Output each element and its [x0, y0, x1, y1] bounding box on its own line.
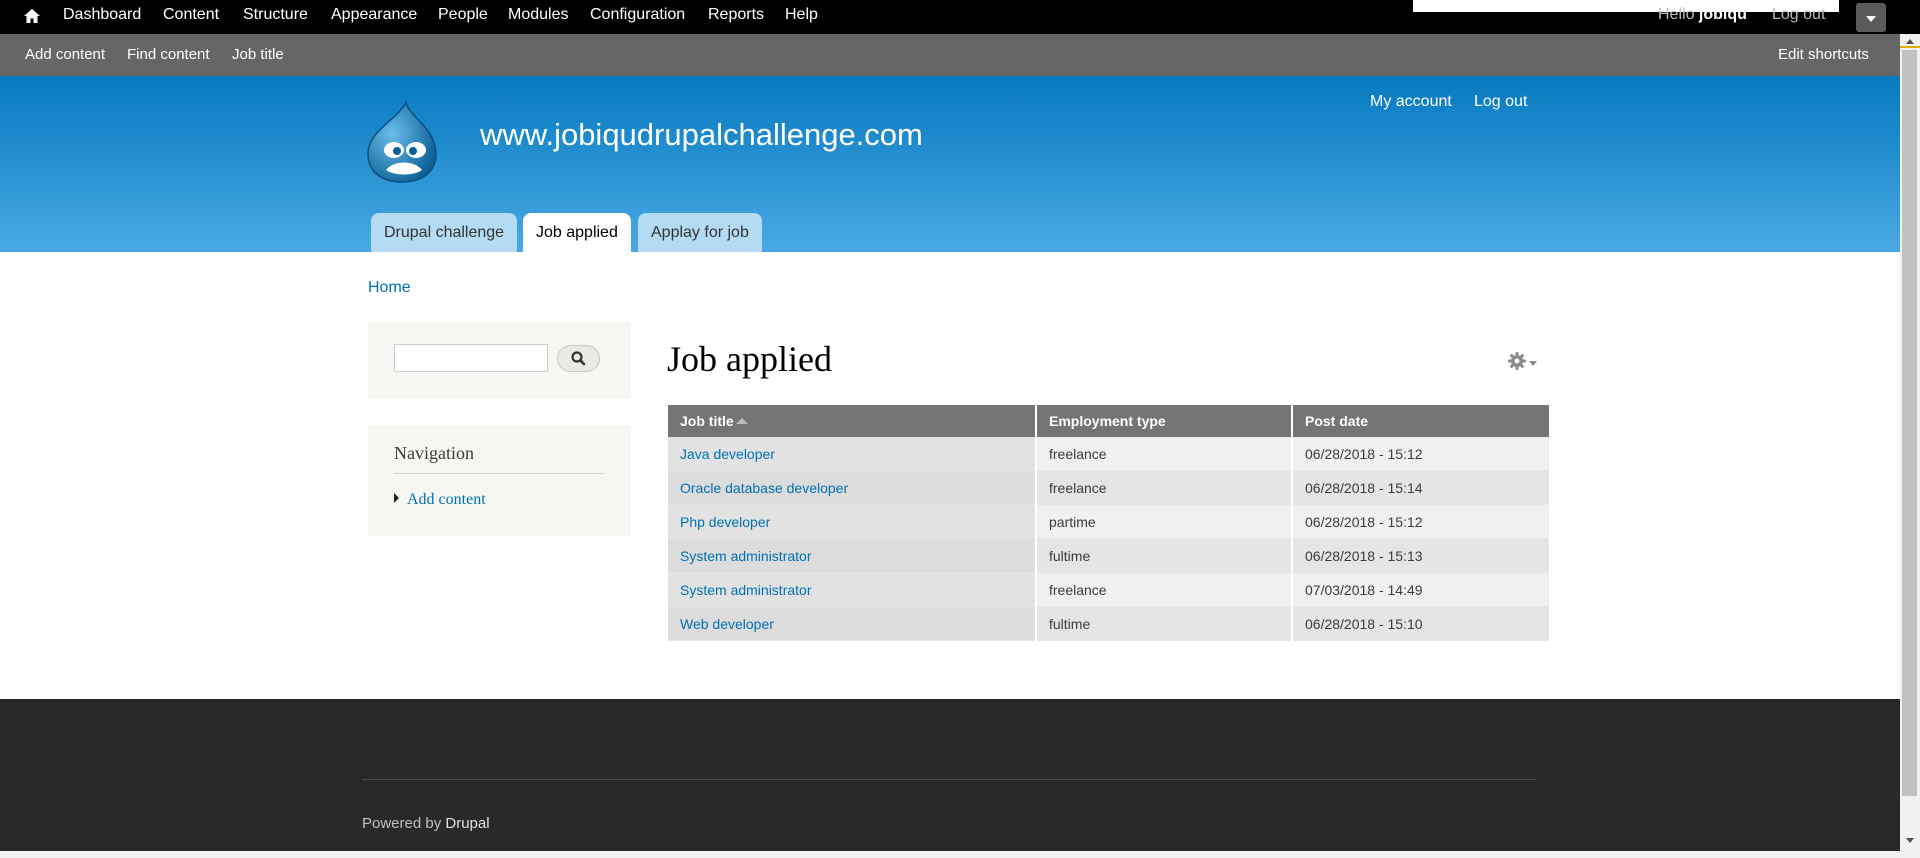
job-title-link[interactable]: System administrator [680, 582, 811, 598]
shortcut-find-content[interactable]: Find content [127, 46, 210, 63]
job-title-link[interactable]: Php developer [680, 514, 770, 530]
nav-add-content-link[interactable]: Add content [407, 491, 486, 508]
site-name[interactable]: www.jobiqudrupalchallenge.com [480, 117, 923, 153]
toolbar-drawer-toggle[interactable] [1856, 3, 1886, 32]
table-row: System administrator fultime 06/28/2018 … [668, 538, 1549, 573]
toolbar-reports[interactable]: Reports [708, 6, 764, 24]
post-date-cell: 06/28/2018 - 15:14 [1292, 470, 1549, 505]
scroll-down-arrow-icon[interactable] [1906, 838, 1914, 843]
breadcrumb-home[interactable]: Home [368, 279, 411, 297]
shortcuts-bar: Add content Find content Job title Edit … [0, 34, 1900, 76]
toolbar-people[interactable]: People [438, 6, 488, 24]
collapsed-triangle-icon [394, 493, 399, 503]
page-title: Job applied [667, 339, 832, 379]
post-date-cell: 06/28/2018 - 15:10 [1292, 606, 1549, 641]
footer-divider [362, 779, 1536, 780]
search-button[interactable] [557, 345, 600, 372]
navigation-item: Add content [394, 491, 486, 509]
sort-ascending-icon [735, 418, 748, 424]
search-block [368, 322, 631, 399]
job-title-link[interactable]: Web developer [680, 616, 774, 632]
vertical-scrollbar[interactable] [1900, 34, 1920, 858]
drupal-logo[interactable] [364, 100, 440, 184]
post-date-cell: 06/28/2018 - 15:12 [1292, 504, 1549, 539]
navigation-divider [394, 473, 604, 474]
drupal-link[interactable]: Drupal [445, 815, 489, 832]
table-row: Java developer freelance 06/28/2018 - 15… [668, 437, 1549, 471]
post-date-cell: 06/28/2018 - 15:12 [1292, 437, 1549, 471]
horizontal-scrollbar[interactable] [0, 851, 1900, 858]
employment-type-cell: freelance [1036, 470, 1293, 505]
table-row: Web developer fultime 06/28/2018 - 15:10 [668, 606, 1549, 641]
toolbar-appearance[interactable]: Appearance [331, 6, 417, 24]
toolbar-content[interactable]: Content [163, 6, 219, 24]
employment-type-cell: freelance [1036, 437, 1293, 471]
site-footer: Powered by Drupal [0, 699, 1900, 851]
toolbar-help[interactable]: Help [785, 6, 818, 24]
search-input[interactable] [394, 344, 548, 372]
toolbar-logout[interactable]: Log out [1772, 6, 1825, 24]
user-name[interactable]: jobiqu [1699, 6, 1747, 23]
job-title-link[interactable]: Oracle database developer [680, 480, 848, 496]
post-date-cell: 06/28/2018 - 15:13 [1292, 538, 1549, 573]
tab-applay-for-job[interactable]: Applay for job [638, 213, 762, 252]
toolbar-structure[interactable]: Structure [243, 6, 308, 24]
toolbar-dashboard[interactable]: Dashboard [63, 6, 141, 24]
navigation-title: Navigation [394, 443, 474, 463]
edit-shortcuts-link[interactable]: Edit shortcuts [1778, 46, 1869, 63]
tab-job-applied[interactable]: Job applied [523, 213, 631, 252]
powered-by: Powered by Drupal [362, 815, 490, 832]
search-icon [571, 351, 586, 366]
job-table: Job title Employment type Post date Java… [668, 405, 1549, 641]
table-row: Php developer partime 06/28/2018 - 15:12 [668, 504, 1549, 539]
table-row: System administrator freelance 07/03/201… [668, 572, 1549, 607]
scroll-up-arrow-icon[interactable] [1906, 39, 1914, 44]
my-account-link[interactable]: My account [1370, 93, 1452, 111]
table-row: Oracle database developer freelance 06/2… [668, 470, 1549, 505]
job-title-link[interactable]: System administrator [680, 548, 811, 564]
table-header-row: Job title Employment type Post date [668, 405, 1549, 437]
column-post-date: Post date [1292, 405, 1549, 437]
navigation-block: Navigation Add content [368, 425, 631, 536]
gear-icon[interactable] [1506, 350, 1538, 372]
employment-type-cell: fultime [1036, 538, 1293, 573]
hello-user: Hello jobiqu [1658, 6, 1747, 23]
job-title-link[interactable]: Java developer [680, 446, 775, 462]
employment-type-cell: partime [1036, 504, 1293, 539]
column-job-title[interactable]: Job title [668, 405, 1037, 437]
shortcut-add-content[interactable]: Add content [25, 46, 105, 63]
scrollbar-thumb[interactable] [1902, 50, 1917, 796]
header-logout-link[interactable]: Log out [1474, 93, 1527, 111]
home-icon[interactable] [22, 6, 42, 26]
tab-drupal-challenge[interactable]: Drupal challenge [371, 213, 518, 252]
post-date-cell: 07/03/2018 - 14:49 [1292, 572, 1549, 607]
toolbar-modules[interactable]: Modules [508, 6, 568, 24]
column-employment-type: Employment type [1036, 405, 1293, 437]
scroll-marker [1900, 46, 1920, 48]
employment-type-cell: freelance [1036, 572, 1293, 607]
shortcut-job-title[interactable]: Job title [232, 46, 284, 63]
employment-type-cell: fultime [1036, 606, 1293, 641]
site-header: www.jobiqudrupalchallenge.com My account… [0, 76, 1900, 252]
admin-toolbar: Dashboard Content Structure Appearance P… [0, 0, 1920, 34]
toolbar-configuration[interactable]: Configuration [590, 6, 685, 24]
